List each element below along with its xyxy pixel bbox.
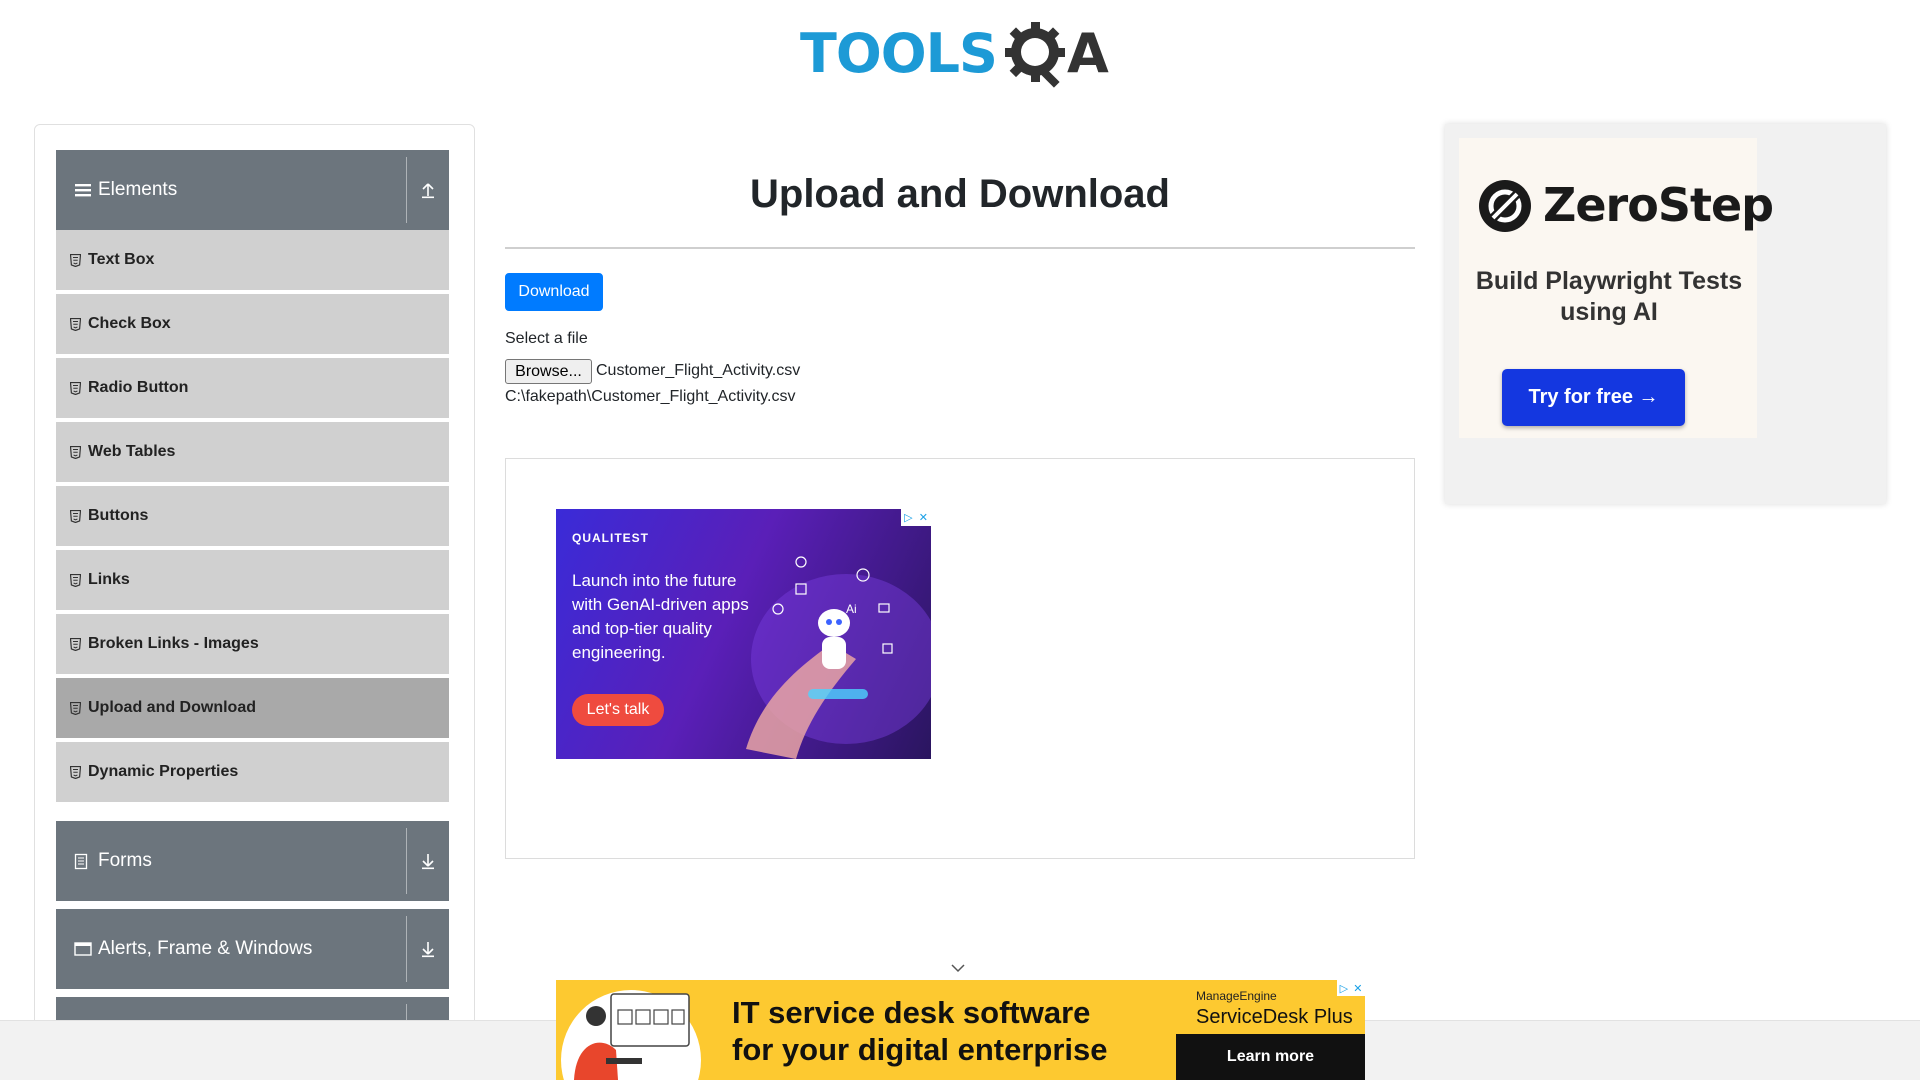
zerostep-card: ZeroStep Build Playwright Tests using AI… <box>1459 138 1774 438</box>
servicedesk-ad[interactable]: IT service desk software for your digita… <box>556 980 1365 1080</box>
qualitest-ad[interactable]: Ai QUALITEST Launch into the future with… <box>556 509 931 759</box>
zerostep-ad[interactable]: ZeroStep Build Playwright Tests using AI… <box>1445 124 1886 504</box>
sidebar-item-upload-and-download[interactable]: Upload and Download <box>56 678 449 740</box>
sidebar-item-label: Upload and Download <box>88 699 256 716</box>
html5-icon <box>70 701 82 715</box>
browse-button[interactable]: Browse... <box>505 359 592 384</box>
sidebar-item-label: Radio Button <box>88 379 189 396</box>
lets-talk-button[interactable]: Let's talk <box>572 694 664 726</box>
collapse-up-icon[interactable] <box>407 181 449 199</box>
servicedesk-headline: IT service desk software for your digita… <box>732 994 1108 1068</box>
adchoices-icon[interactable]: ▷ ✕ <box>901 509 931 526</box>
svg-text:Ai: Ai <box>846 602 857 616</box>
learn-more-button[interactable]: Learn more <box>1176 1034 1365 1080</box>
sidebar-item-buttons[interactable]: Buttons <box>56 486 449 548</box>
sidebar-item-label: Links <box>88 571 130 588</box>
window-icon <box>74 941 94 957</box>
html5-icon <box>70 253 82 267</box>
chevron-down-icon[interactable] <box>950 960 966 976</box>
page-title: Upload and Download <box>750 172 1170 216</box>
sidebar-item-text-box[interactable]: Text Box <box>56 230 449 292</box>
select-file-label: Select a file <box>505 330 588 347</box>
sidebar-item-links[interactable]: Links <box>56 550 449 612</box>
toolsqa-logo[interactable]: TOOLS A <box>800 14 1130 94</box>
manageengine-vendor: ManageEngine <box>1196 989 1277 1003</box>
selected-file-name: Customer_Flight_Activity.csv <box>596 362 801 379</box>
html5-icon <box>70 317 82 331</box>
gear-magnifier-icon <box>1001 18 1073 90</box>
expand-down-icon[interactable] <box>407 940 449 958</box>
headline-line-2: for your digital enterprise <box>732 1032 1108 1067</box>
qualitest-brand: QUALITEST <box>572 531 649 545</box>
html5-icon <box>70 573 82 587</box>
sidebar-item-dynamic-properties[interactable]: Dynamic Properties <box>56 742 449 804</box>
group-header-forms[interactable]: Forms <box>56 821 449 901</box>
download-button[interactable]: Download <box>505 273 603 311</box>
sidebar-item-broken-links[interactable]: Broken Links - Images <box>56 614 449 676</box>
logo-a-text: A <box>1066 22 1109 85</box>
sidebar-item-label: Check Box <box>88 315 171 332</box>
html5-icon <box>70 381 82 395</box>
document-icon <box>74 853 94 870</box>
sidebar-item-check-box[interactable]: Check Box <box>56 294 449 356</box>
hamburger-icon <box>74 182 94 198</box>
html5-icon <box>70 445 82 459</box>
ad-illustration <box>561 990 701 1080</box>
sidebar-item-web-tables[interactable]: Web Tables <box>56 422 449 484</box>
zerostep-logo-icon <box>1479 180 1531 232</box>
sidebar-item-label: Broken Links - Images <box>88 635 259 652</box>
try-for-free-button[interactable]: Try for free → <box>1502 369 1685 426</box>
sidebar-item-label: Text Box <box>88 251 155 268</box>
uploaded-file-path: C:\fakepath\Customer_Flight_Activity.csv <box>505 388 796 405</box>
sidebar-item-radio-button[interactable]: Radio Button <box>56 358 449 420</box>
left-sidebar: Elements Text Box Check Box Radio Button… <box>34 124 475 1080</box>
group-label-alerts: Alerts, Frame & Windows <box>98 938 313 959</box>
expand-down-icon[interactable] <box>407 852 449 870</box>
headline-line-1: IT service desk software <box>732 995 1091 1030</box>
adchoices-icon[interactable]: ▷ ✕ <box>1337 980 1365 996</box>
sidebar-item-label: Dynamic Properties <box>88 763 239 780</box>
servicedesk-product: ServiceDesk Plus <box>1196 1006 1353 1028</box>
group-header-elements[interactable]: Elements <box>56 150 449 230</box>
zerostep-tagline: Build Playwright Tests using AI <box>1475 267 1743 326</box>
sidebar-item-label: Buttons <box>88 507 149 524</box>
group-label-elements: Elements <box>98 179 178 200</box>
sidebar-item-label: Web Tables <box>88 443 176 460</box>
html5-icon <box>70 509 82 523</box>
logo-tools-text: TOOLS <box>800 22 998 85</box>
group-label-forms: Forms <box>98 850 152 871</box>
html5-icon <box>70 637 82 651</box>
title-divider <box>505 247 1415 249</box>
group-header-alerts-frame-windows[interactable]: Alerts, Frame & Windows <box>56 909 449 989</box>
zerostep-name: ZeroStep <box>1543 178 1774 232</box>
qualitest-headline: Launch into the future with GenAI-driven… <box>572 571 749 662</box>
html5-icon <box>70 765 82 779</box>
